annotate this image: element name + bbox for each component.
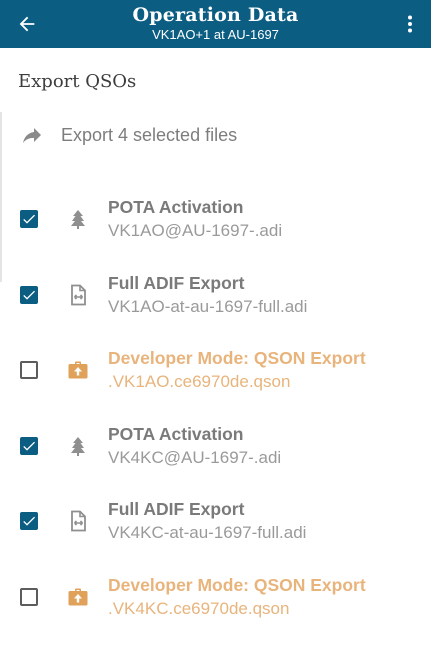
file-row[interactable]: Full ADIF Export VK1AO-at-au-1697-full.ad… bbox=[0, 272, 431, 332]
check-icon bbox=[23, 290, 35, 300]
file-title: POTA Activation bbox=[108, 197, 244, 217]
file-title: Developer Mode: QSON Export bbox=[108, 575, 366, 595]
file-export-icon bbox=[71, 284, 86, 306]
file-name: VK4KC-at-au-1697-full.adi bbox=[108, 523, 307, 542]
file-title: Full ADIF Export bbox=[108, 273, 245, 293]
file-checkbox[interactable] bbox=[20, 286, 38, 304]
file-checkbox[interactable] bbox=[20, 588, 38, 606]
file-name: VK1AO-at-au-1697-full.adi bbox=[108, 297, 308, 316]
more-vert-icon bbox=[408, 15, 412, 33]
file-name: .VK4KC.ce6970de.qson bbox=[108, 599, 290, 618]
file-title: Developer Mode: QSON Export bbox=[108, 348, 366, 368]
app-bar: Operation Data VK1AO+1 at AU-1697 bbox=[0, 0, 431, 48]
file-export-icon bbox=[71, 510, 86, 532]
check-icon bbox=[23, 441, 35, 451]
tree-icon bbox=[71, 210, 85, 229]
file-row[interactable]: POTA Activation VK4KC@AU-1697-.adi bbox=[0, 423, 431, 483]
file-name: VK1AO@AU-1697-.adi bbox=[108, 221, 283, 240]
page-title: Operation Data bbox=[132, 4, 299, 26]
file-row[interactable]: Developer Mode: QSON Export .VK1AO.ce6970… bbox=[0, 347, 431, 407]
overflow-menu-button[interactable] bbox=[401, 7, 419, 41]
file-checkbox[interactable] bbox=[20, 437, 38, 455]
file-name: .VK1AO.ce6970de.qson bbox=[108, 372, 291, 391]
title-block: Operation Data VK1AO+1 at AU-1697 bbox=[60, 3, 371, 42]
file-title: Full ADIF Export bbox=[108, 499, 245, 519]
export-selected-button[interactable]: Export 4 selected files bbox=[0, 116, 431, 156]
briefcase-upload-icon bbox=[68, 588, 88, 606]
check-icon bbox=[23, 516, 35, 526]
file-row[interactable]: Full ADIF Export VK4KC-at-au-1697-full.ad… bbox=[0, 498, 431, 558]
tree-icon bbox=[71, 437, 85, 456]
back-button[interactable] bbox=[10, 7, 44, 41]
arrow-left-icon bbox=[19, 16, 35, 32]
check-icon bbox=[23, 214, 35, 224]
page-subtitle: VK1AO+1 at AU-1697 bbox=[152, 27, 279, 42]
file-row[interactable]: Developer Mode: QSON Export .VK4KC.ce6970… bbox=[0, 574, 431, 634]
file-checkbox[interactable] bbox=[20, 210, 38, 228]
section-heading: Export QSOs bbox=[18, 71, 137, 92]
file-checkbox[interactable] bbox=[20, 361, 38, 379]
screen: Operation Data VK1AO+1 at AU-1697 Export… bbox=[0, 0, 431, 648]
briefcase-upload-icon bbox=[68, 361, 88, 379]
share-arrow-icon bbox=[23, 128, 41, 143]
export-selected-label: Export 4 selected files bbox=[61, 125, 238, 145]
file-checkbox[interactable] bbox=[20, 512, 38, 530]
file-row[interactable]: POTA Activation VK1AO@AU-1697-.adi bbox=[0, 196, 431, 256]
file-name: VK4KC@AU-1697-.adi bbox=[108, 448, 282, 467]
file-title: POTA Activation bbox=[108, 424, 244, 444]
